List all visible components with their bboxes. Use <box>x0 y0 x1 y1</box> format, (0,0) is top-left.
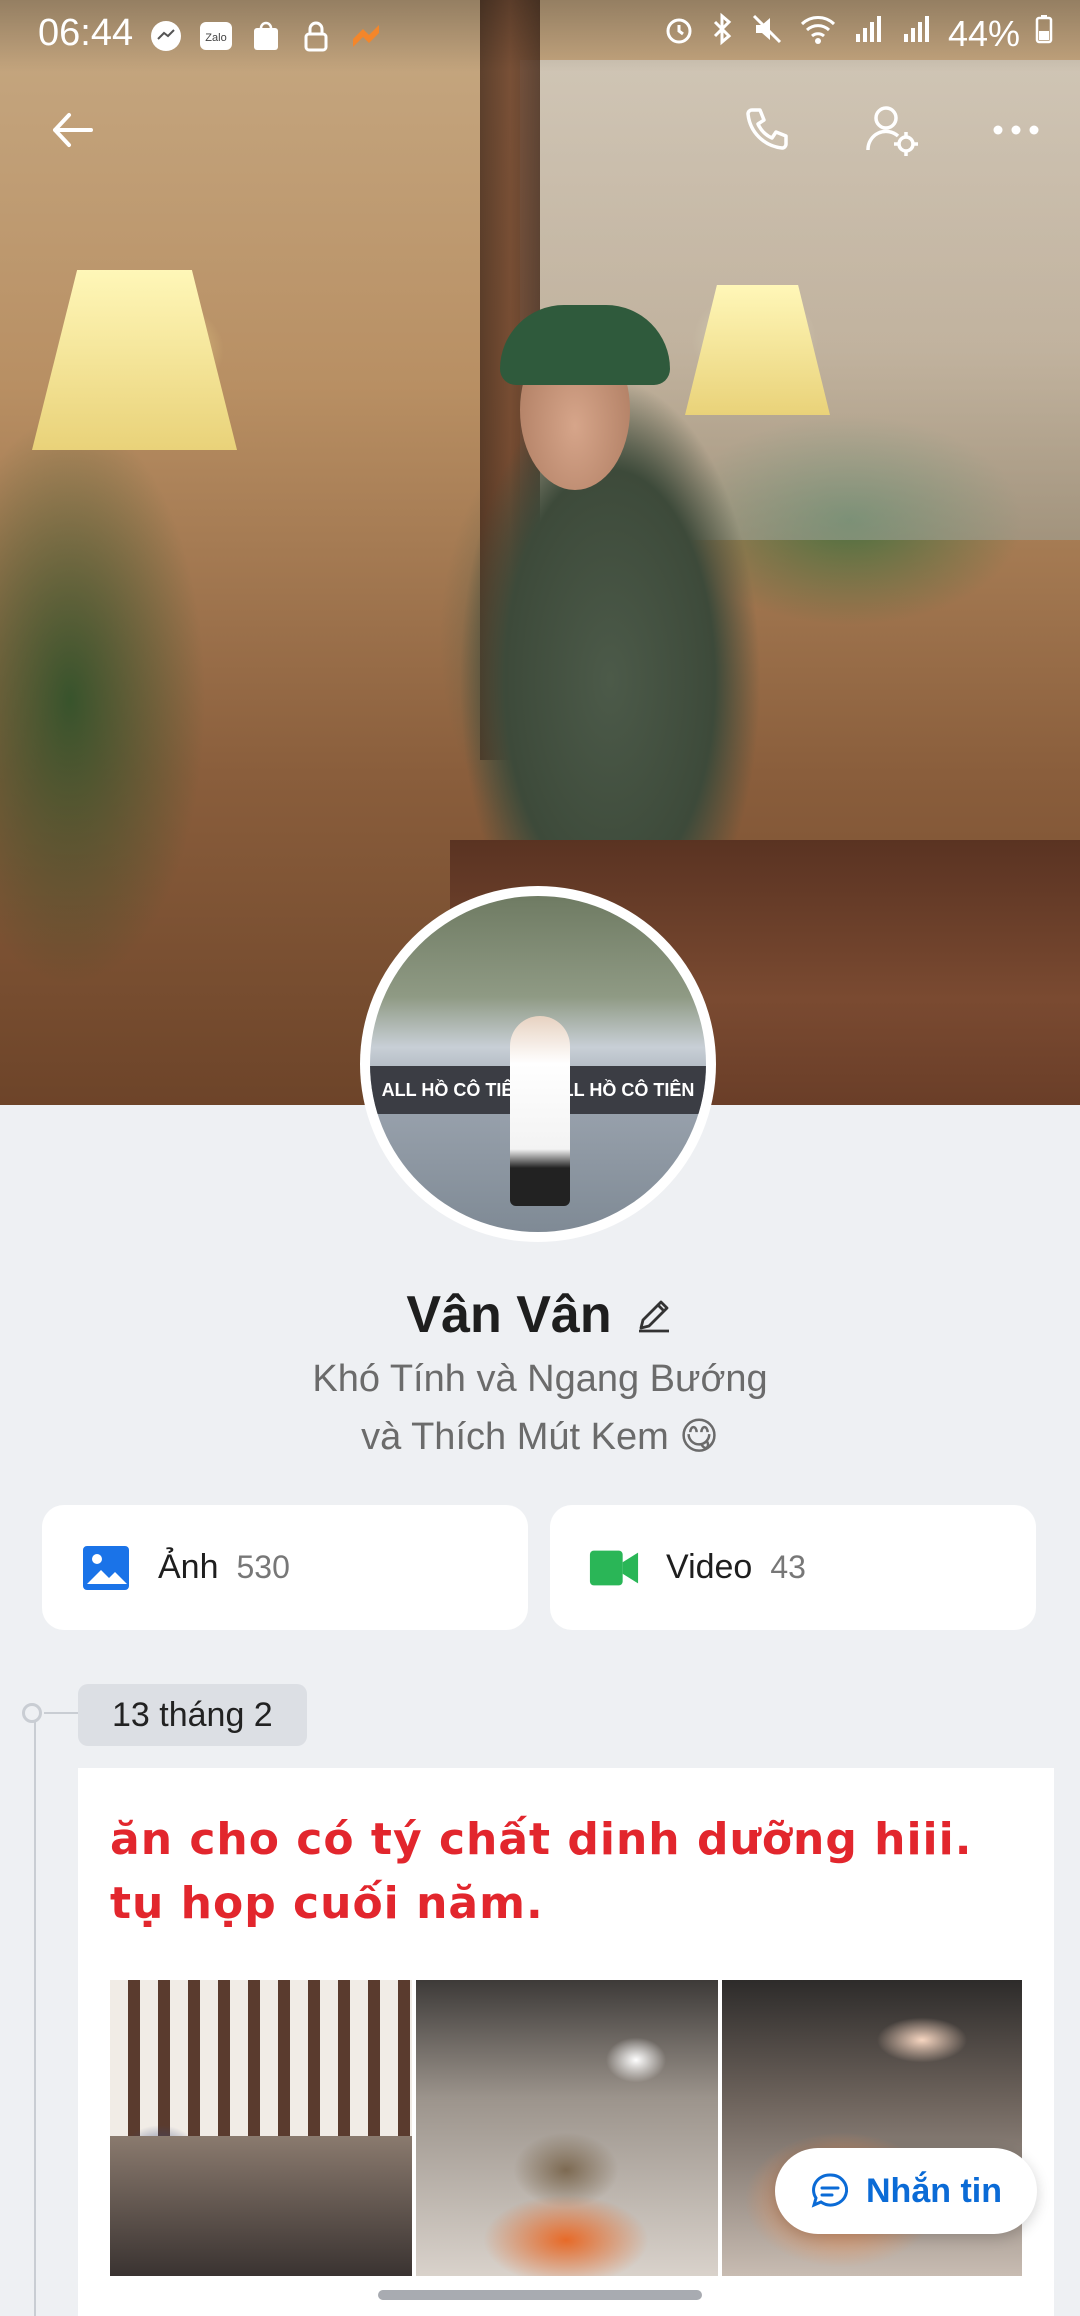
app-icon <box>348 18 384 54</box>
timeline-date: 13 tháng 2 <box>78 1684 307 1746</box>
profile-name-row: Vân Vân <box>0 1285 1080 1345</box>
status-app-icons: Zalo <box>148 18 384 54</box>
profile-bio-line: Khó Tính và Ngang Bướng <box>312 1358 768 1400</box>
video-camera-icon <box>588 1542 640 1594</box>
mute-icon <box>750 12 784 55</box>
wifi-icon <box>798 12 838 55</box>
videos-count: 43 <box>770 1549 806 1585</box>
profile-name: Vân Vân <box>406 1286 612 1344</box>
avatar-image: ALL HỒ CÔ TIÊN ALL HỒ CÔ TIÊN <box>370 896 706 1232</box>
status-indicators: 44% <box>662 12 1054 55</box>
videos-label: Video <box>666 1548 753 1586</box>
edit-name-button[interactable] <box>634 1295 674 1335</box>
top-navigation <box>0 90 1080 170</box>
signal-icon <box>900 12 934 55</box>
timeline-dot <box>22 1703 42 1723</box>
alarm-icon <box>662 12 696 55</box>
profile-bio-line: và Thích Mút Kem 😋 <box>361 1416 719 1458</box>
lock-icon <box>298 18 334 54</box>
more-horizontal-icon <box>993 125 1039 135</box>
post-photo[interactable] <box>416 1980 718 2276</box>
message-button-label: Nhắn tin <box>866 2171 1002 2210</box>
user-settings-icon <box>866 106 918 156</box>
battery-percent: 44% <box>947 12 1020 54</box>
avatar[interactable]: ALL HỒ CÔ TIÊN ALL HỒ CÔ TIÊN <box>360 886 716 1242</box>
profile-settings-button[interactable] <box>852 90 932 170</box>
chat-bubble-icon <box>811 2173 849 2208</box>
shopee-icon <box>248 18 284 54</box>
timeline-line <box>34 1712 36 2316</box>
avatar-banner-text: ALL HỒ CÔ TIÊN <box>381 1079 527 1100</box>
photos-label: Ảnh <box>158 1548 219 1586</box>
message-button[interactable]: Nhắn tin <box>775 2148 1037 2234</box>
messenger-icon <box>148 18 184 54</box>
phone-icon <box>746 108 788 150</box>
zalo-icon-text: Zalo <box>205 32 226 44</box>
back-button[interactable] <box>32 90 112 170</box>
zalo-icon: Zalo <box>198 18 234 54</box>
cover-lamp <box>32 270 237 450</box>
bluetooth-icon <box>710 12 736 55</box>
post-text: ăn cho có tý chất dinh dưỡng hiii. tụ họ… <box>110 1814 973 1929</box>
photos-card[interactable]: Ảnh 530 <box>42 1505 528 1630</box>
arrow-left-icon <box>53 113 93 147</box>
call-button[interactable] <box>726 90 806 170</box>
status-time: 06:44 <box>38 12 134 54</box>
pencil-icon <box>638 1300 669 1333</box>
signal-icon <box>852 12 886 55</box>
post-photo[interactable] <box>110 1980 412 2276</box>
battery-icon <box>1034 12 1054 55</box>
videos-card[interactable]: Video 43 <box>550 1505 1036 1630</box>
home-indicator[interactable] <box>378 2290 702 2300</box>
timeline-connector <box>44 1712 78 1714</box>
cover-cap <box>500 305 670 385</box>
status-bar: 06:44 Zalo 44% <box>0 0 1080 72</box>
photos-count: 530 <box>236 1549 290 1585</box>
more-options-button[interactable] <box>976 90 1056 170</box>
avatar-person <box>510 1016 570 1206</box>
image-icon <box>80 1542 132 1594</box>
avatar-banner-text: ALL HỒ CÔ TIÊN <box>549 1079 695 1100</box>
